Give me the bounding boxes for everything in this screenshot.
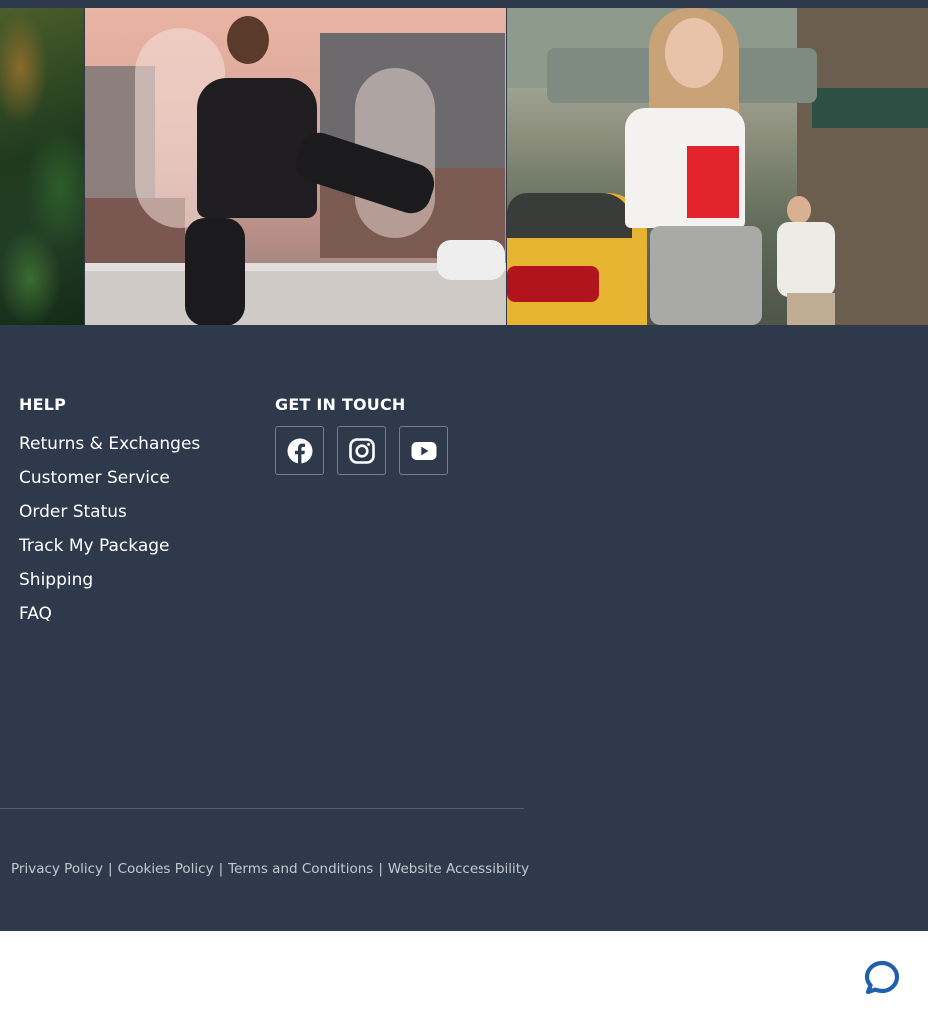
help-item-returns: Returns & Exchanges — [19, 433, 200, 467]
order-status-link[interactable]: Order Status — [19, 502, 127, 522]
get-in-touch-heading: GET IN TOUCH — [275, 395, 406, 414]
shipping-link[interactable]: Shipping — [19, 570, 93, 590]
footer-divider — [0, 808, 524, 809]
social-links — [275, 426, 448, 475]
help-item-customer-service: Customer Service — [19, 467, 200, 501]
facebook-icon — [287, 438, 312, 464]
help-column: HELP Returns & Exchanges Customer Servic… — [19, 395, 200, 637]
youtube-icon — [411, 441, 436, 460]
get-in-touch-column: GET IN TOUCH — [275, 395, 448, 475]
legal-separator: | — [378, 861, 383, 877]
instagram-button[interactable] — [337, 426, 386, 475]
chat-launcher-button[interactable] — [862, 958, 902, 998]
chat-bubble-icon — [864, 960, 900, 995]
photo-strip — [0, 0, 928, 325]
youtube-button[interactable] — [399, 426, 448, 475]
photo-woman-rooftop[interactable] — [85, 8, 506, 325]
website-accessibility-link[interactable]: Website Accessibility — [388, 861, 529, 877]
faq-link[interactable]: FAQ — [19, 604, 52, 624]
cookies-policy-link[interactable]: Cookies Policy — [118, 861, 214, 877]
customer-service-link[interactable]: Customer Service — [19, 468, 170, 488]
site-footer: HELP Returns & Exchanges Customer Servic… — [0, 325, 928, 931]
photo-woman-street[interactable] — [507, 8, 928, 325]
page: HELP Returns & Exchanges Customer Servic… — [0, 0, 928, 1024]
legal-separator: | — [108, 861, 113, 877]
help-links: Returns & Exchanges Customer Service Ord… — [19, 433, 200, 637]
track-my-package-link[interactable]: Track My Package — [19, 536, 170, 556]
terms-conditions-link[interactable]: Terms and Conditions — [228, 861, 373, 877]
legal-separator: | — [218, 861, 224, 877]
photo-plants[interactable] — [0, 8, 84, 325]
help-heading: HELP — [19, 395, 67, 414]
legal-links: Privacy Policy | Cookies Policy | Terms and … — [11, 861, 529, 877]
help-item-faq: FAQ — [19, 603, 200, 637]
privacy-policy-link[interactable]: Privacy Policy — [11, 861, 103, 877]
instagram-icon — [348, 437, 375, 464]
help-item-shipping: Shipping — [19, 569, 200, 603]
help-item-track-package: Track My Package — [19, 535, 200, 569]
facebook-button[interactable] — [275, 426, 324, 475]
returns-exchanges-link[interactable]: Returns & Exchanges — [19, 434, 200, 454]
help-item-order-status: Order Status — [19, 501, 200, 535]
